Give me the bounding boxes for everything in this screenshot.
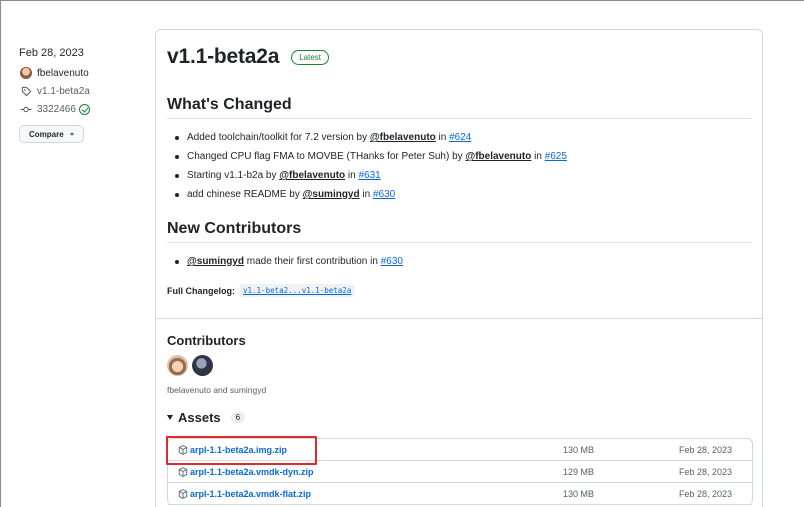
list-item: @sumingyd made their first contribution … [167,252,403,271]
whats-changed-heading: What's Changed [167,96,292,113]
commit-icon [19,102,33,116]
user-mention[interactable]: @fbelavenuto [279,170,345,181]
new-contributors-list: @sumingyd made their first contribution … [167,252,403,271]
contributor-names: fbelavenuto and sumingyd [167,385,267,395]
divider [156,318,762,319]
release-author[interactable]: fbelavenuto [19,65,139,81]
check-verified-icon [78,103,90,115]
release-header: v1.1-beta2a Latest [167,45,329,69]
asset-size: 129 MB [563,466,595,477]
list-item: Added toolchain/toolkit for 7.2 version … [167,128,567,147]
changelog-label: Full Changelog: [167,285,235,296]
compare-label: Compare [29,129,64,139]
asset-row: arpl-1.1-beta2a.vmdk-flat.zip 130 MB Feb… [168,483,752,505]
contributor-avatars [167,355,213,376]
pr-link[interactable]: #630 [373,189,395,200]
avatar[interactable] [192,355,213,376]
release-card: v1.1-beta2a Latest What's Changed Added … [155,29,763,507]
pr-link[interactable]: #631 [359,170,381,181]
contributors-heading: Contributors [167,333,246,348]
asset-size: 130 MB [563,488,595,499]
list-item: add chinese README by @sumingyd in #630 [167,185,567,204]
pr-link[interactable]: #624 [449,132,471,143]
release-title[interactable]: v1.1-beta2a [167,45,279,69]
list-item: Changed CPU flag FMA to MOVBE (THanks fo… [167,147,567,166]
author-avatar [19,66,33,80]
assets-toggle[interactable]: Assets 6 [167,410,246,425]
changelog-link[interactable]: v1.1-beta2...v1.1-beta2a [239,284,356,297]
pr-link[interactable]: #630 [381,256,403,267]
asset-name: arpl-1.1-beta2a.vmdk-dyn.zip [190,466,314,477]
full-changelog: Full Changelog: v1.1-beta2...v1.1-beta2a [167,284,356,297]
compare-button[interactable]: Compare [19,125,84,143]
avatar[interactable] [167,355,188,376]
author-name[interactable]: fbelavenuto [37,68,89,79]
asset-link[interactable]: arpl-1.1-beta2a.vmdk-flat.zip [168,489,563,499]
release-meta: Feb 28, 2023 fbelavenuto v1.1-beta2a 332… [19,47,139,143]
latest-badge: Latest [291,49,329,65]
asset-date: Feb 28, 2023 [678,444,732,455]
triangle-down-icon [167,415,173,420]
list-item: Starting v1.1-b2a by @fbelavenuto in #63… [167,166,567,185]
asset-date: Feb 28, 2023 [678,466,732,477]
tag-name[interactable]: v1.1-beta2a [37,86,90,97]
release-date: Feb 28, 2023 [19,47,84,59]
assets-count: 6 [230,412,246,423]
user-mention[interactable]: @fbelavenuto [370,132,436,143]
asset-date: Feb 28, 2023 [678,488,732,499]
tag-icon [19,84,33,98]
user-mention[interactable]: @fbelavenuto [465,151,531,162]
divider [167,118,751,119]
asset-size: 130 MB [563,444,595,455]
commit-sha[interactable]: 3322466 [37,104,76,115]
chevron-down-icon [69,132,74,136]
release-commit[interactable]: 3322466 [19,101,139,117]
new-contributors-heading: New Contributors [167,220,302,237]
assets-heading: Assets [178,410,221,425]
changes-list: Added toolchain/toolkit for 7.2 version … [167,128,567,204]
asset-link[interactable]: arpl-1.1-beta2a.vmdk-dyn.zip [168,467,563,477]
assets-list: arpl-1.1-beta2a.img.zip 130 MB Feb 28, 2… [166,436,753,505]
asset-row: arpl-1.1-beta2a.vmdk-dyn.zip 129 MB Feb … [168,461,752,483]
release-tag[interactable]: v1.1-beta2a [19,83,139,99]
pr-link[interactable]: #625 [545,151,567,162]
asset-name: arpl-1.1-beta2a.vmdk-flat.zip [190,488,312,499]
package-icon [178,466,188,477]
asset-row: arpl-1.1-beta2a.img.zip 130 MB Feb 28, 2… [166,436,752,465]
user-mention[interactable]: @sumingyd [187,256,244,267]
user-mention[interactable]: @sumingyd [303,189,360,200]
divider [167,242,751,243]
package-icon [178,488,188,499]
